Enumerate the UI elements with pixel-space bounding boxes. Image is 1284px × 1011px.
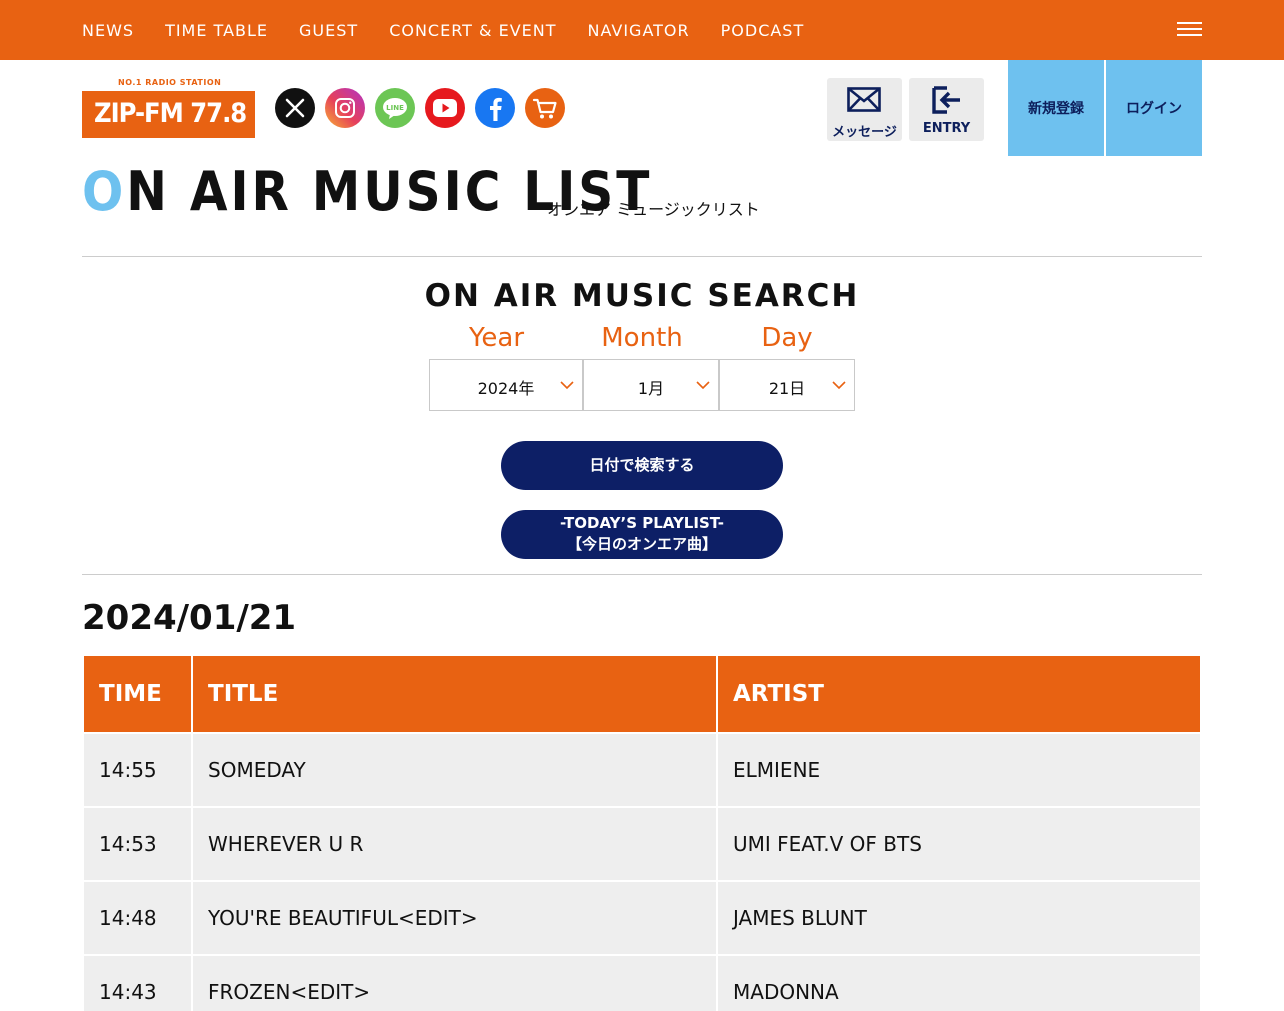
main-nav: NEWS TIME TABLE GUEST CONCERT & EVENT NA… [82,0,835,60]
table-row: 14:48 YOU'RE BEAUTIFUL<EDIT> JAMES BLUNT [84,882,1200,954]
logo-tagline: NO.1 RADIO STATION [118,78,222,87]
page-title: ON AIR MUSIC LIST オンエア ミュージックリスト [82,160,760,230]
year-select[interactable]: 2024年 [429,359,583,411]
divider [82,574,1202,575]
nav-item-time-table[interactable]: TIME TABLE [165,21,268,40]
todays-playlist-sublabel: 【今日のオンエア曲】 [566,535,717,553]
facebook-icon[interactable] [475,88,515,128]
cell-title: SOMEDAY [193,734,716,806]
month-label: Month [601,323,683,353]
table-row: 14:55 SOMEDAY ELMIENE [84,734,1200,806]
column-header-artist: ARTIST [718,656,1200,732]
nav-item-concert-event[interactable]: CONCERT & EVENT [389,21,556,40]
mail-icon [847,87,881,112]
cell-title: FROZEN<EDIT> [193,956,716,1011]
cell-title: YOU'RE BEAUTIFUL<EDIT> [193,882,716,954]
table-row: 14:43 FROZEN<EDIT> MADONNA [84,956,1200,1011]
cell-time: 14:43 [84,956,191,1011]
page-title-first-letter: O [82,160,127,223]
music-list-table: TIME TITLE ARTIST 14:55 SOMEDAY ELMIENE … [82,654,1202,1011]
chevron-down-icon [832,381,846,390]
column-header-title: TITLE [193,656,716,732]
table-row: 14:53 WHEREVER U R UMI FEAT.V OF BTS [84,808,1200,880]
column-header-time: TIME [84,656,191,732]
site-logo[interactable]: NO.1 RADIO STATION ZIP-FM 77.8 [82,78,255,138]
cell-time: 14:55 [84,734,191,806]
cell-artist: ELMIENE [718,734,1200,806]
chevron-down-icon [560,381,574,390]
day-label: Day [761,323,813,353]
hamburger-menu-icon[interactable] [1177,22,1202,38]
divider [82,256,1202,257]
table-header-row: TIME TITLE ARTIST [84,656,1200,732]
day-select[interactable]: 21日 [719,359,855,411]
instagram-icon[interactable] [325,88,365,128]
month-select[interactable]: 1月 [583,359,719,411]
todays-playlist-label: -TODAY’S PLAYLIST- [560,514,724,532]
entry-icon [932,86,960,114]
page-title-jp: オンエア ミュージックリスト [547,200,760,219]
message-label: メッセージ [832,125,897,140]
cell-artist: UMI FEAT.V OF BTS [718,808,1200,880]
top-nav-bar: NEWS TIME TABLE GUEST CONCERT & EVENT NA… [0,0,1284,60]
cell-title: WHEREVER U R [193,808,716,880]
svg-text:LINE: LINE [386,104,404,112]
login-button[interactable]: ログイン [1106,60,1202,156]
result-date-heading: 2024/01/21 [82,598,297,638]
search-by-date-label: 日付で検索する [589,456,695,474]
cart-icon[interactable] [525,88,565,128]
entry-label: ENTRY [922,121,971,136]
nav-item-guest[interactable]: GUEST [299,21,358,40]
cell-artist: MADONNA [718,956,1200,1011]
year-label: Year [468,323,525,353]
cell-artist: JAMES BLUNT [718,882,1200,954]
cell-time: 14:48 [84,882,191,954]
logo-box: ZIP-FM 77.8 [82,91,255,138]
line-icon[interactable]: LINE [375,88,415,128]
register-button[interactable]: 新規登録 [1008,60,1104,156]
nav-item-news[interactable]: NEWS [82,21,134,40]
todays-playlist-button[interactable]: -TODAY’S PLAYLIST- 【今日のオンエア曲】 [501,510,783,559]
x-icon[interactable] [275,88,315,128]
nav-item-podcast[interactable]: PODCAST [721,21,805,40]
youtube-icon[interactable] [425,88,465,128]
nav-item-navigator[interactable]: NAVIGATOR [587,21,689,40]
search-title: ON AIR MUSIC SEARCH [424,278,860,314]
chevron-down-icon [696,381,710,390]
message-button[interactable]: メッセージ [827,78,902,141]
cell-time: 14:53 [84,808,191,880]
search-by-date-button[interactable]: 日付で検索する [501,441,783,490]
logo-name: ZIP-FM 77.8 [94,98,247,129]
entry-button[interactable]: ENTRY [909,78,984,141]
